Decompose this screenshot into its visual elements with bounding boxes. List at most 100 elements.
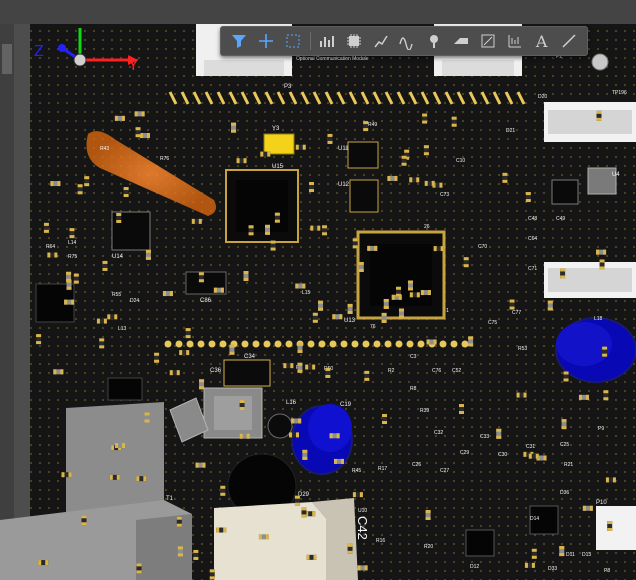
side-tab	[2, 44, 12, 74]
smd-passive	[599, 259, 605, 270]
smd-passive	[468, 336, 474, 347]
label-pin1: 1	[446, 308, 449, 314]
smd-passive	[270, 240, 276, 251]
smd-passive	[433, 246, 444, 252]
smd-passive	[502, 172, 508, 183]
smd-passive	[425, 510, 431, 521]
chart-button[interactable]	[314, 29, 339, 53]
smd-passive	[191, 218, 202, 224]
smd-passive	[329, 433, 340, 439]
pad	[197, 340, 205, 348]
pad	[329, 340, 337, 348]
smd-passive	[176, 516, 182, 527]
label-u4: U4	[612, 172, 620, 178]
smd-passive	[398, 308, 404, 319]
smd-passive	[185, 328, 191, 339]
smd-passive	[38, 560, 49, 566]
smd-passive	[381, 312, 387, 323]
smd-passive	[603, 390, 609, 401]
smd-passive	[220, 485, 226, 496]
smd-passive	[395, 286, 401, 297]
top-band	[0, 0, 636, 24]
smd-passive	[509, 299, 515, 310]
place-via-button[interactable]	[422, 29, 447, 53]
ic-c34	[223, 359, 271, 387]
component-button[interactable]	[341, 29, 366, 53]
pad	[450, 340, 458, 348]
smd-passive	[451, 116, 457, 127]
label-u13: U13	[344, 318, 356, 324]
label-l16: L16	[286, 400, 297, 406]
smd-passive	[213, 287, 224, 293]
smd-passive	[198, 272, 204, 283]
smd-passive	[291, 418, 302, 424]
pcb-3d-viewport[interactable]: P3 Optional Communication Module U15 Y3 …	[0, 0, 636, 580]
polygon-button[interactable]	[449, 29, 474, 53]
label-l13: L13	[118, 326, 127, 332]
smd-passive	[258, 534, 269, 540]
pad	[208, 340, 216, 348]
label-c33: C33	[480, 434, 489, 440]
smd-passive	[53, 369, 64, 375]
diff-pair-button[interactable]	[395, 29, 420, 53]
smd-passive	[318, 300, 324, 311]
smd-passive	[236, 158, 247, 164]
pad	[362, 340, 370, 348]
smd-passive	[524, 562, 535, 568]
pad	[384, 340, 392, 348]
smd-passive	[297, 362, 303, 373]
line-button[interactable]	[556, 29, 581, 53]
pcb-board-canvas[interactable]: P3 Optional Communication Module U15 Y3 …	[0, 0, 636, 580]
smd-passive	[43, 222, 49, 233]
label-c27: C27	[440, 468, 449, 474]
label-pin76: 76	[370, 324, 376, 330]
mounting-hole	[591, 53, 609, 71]
smd-passive	[381, 414, 387, 425]
smd-passive	[231, 122, 237, 133]
label-r17: R17	[378, 466, 387, 472]
label-d11: D11	[566, 552, 575, 558]
label-c71: C71	[528, 266, 537, 272]
connector-p10	[596, 506, 636, 550]
pad	[461, 340, 469, 348]
smd-passive	[274, 212, 280, 223]
smd-passive	[144, 412, 150, 423]
smd-passive	[295, 144, 306, 150]
smd-passive	[424, 180, 435, 186]
route-button[interactable]	[254, 29, 279, 53]
pad	[241, 340, 249, 348]
pad	[318, 340, 326, 348]
label-c3: C3	[410, 354, 417, 360]
label-p10: P10	[596, 500, 607, 506]
smd-passive	[496, 428, 502, 439]
label-r49: R49	[368, 122, 377, 128]
pad	[351, 340, 359, 348]
smd-passive	[387, 175, 398, 181]
smd-passive	[294, 495, 300, 506]
smd-passive	[102, 260, 108, 271]
smd-passive	[239, 433, 250, 439]
label-c77: C77	[512, 310, 521, 316]
region-button[interactable]	[476, 29, 501, 53]
text-button[interactable]: A	[529, 29, 554, 53]
smd-passive	[177, 546, 183, 557]
smd-passive	[409, 292, 420, 298]
toolbar: A	[220, 26, 588, 56]
measure-button[interactable]	[502, 29, 527, 53]
ic-u12	[349, 179, 379, 213]
label-u14: U14	[112, 254, 124, 260]
label-c64: C64	[528, 236, 537, 242]
select-rect-button[interactable]	[281, 29, 306, 53]
smd-passive	[47, 252, 58, 258]
smd-passive	[209, 569, 215, 580]
smd-passive	[563, 371, 569, 382]
filter-button[interactable]	[227, 29, 252, 53]
smd-passive	[297, 342, 303, 353]
label-c36: C36	[210, 368, 222, 374]
label-u10: U10	[358, 508, 367, 514]
ic-u3	[551, 179, 579, 205]
smd-passive	[305, 511, 316, 517]
label-p9: P9	[598, 426, 604, 432]
label-c52: C52	[452, 368, 461, 374]
interactive-route-button[interactable]	[368, 29, 393, 53]
